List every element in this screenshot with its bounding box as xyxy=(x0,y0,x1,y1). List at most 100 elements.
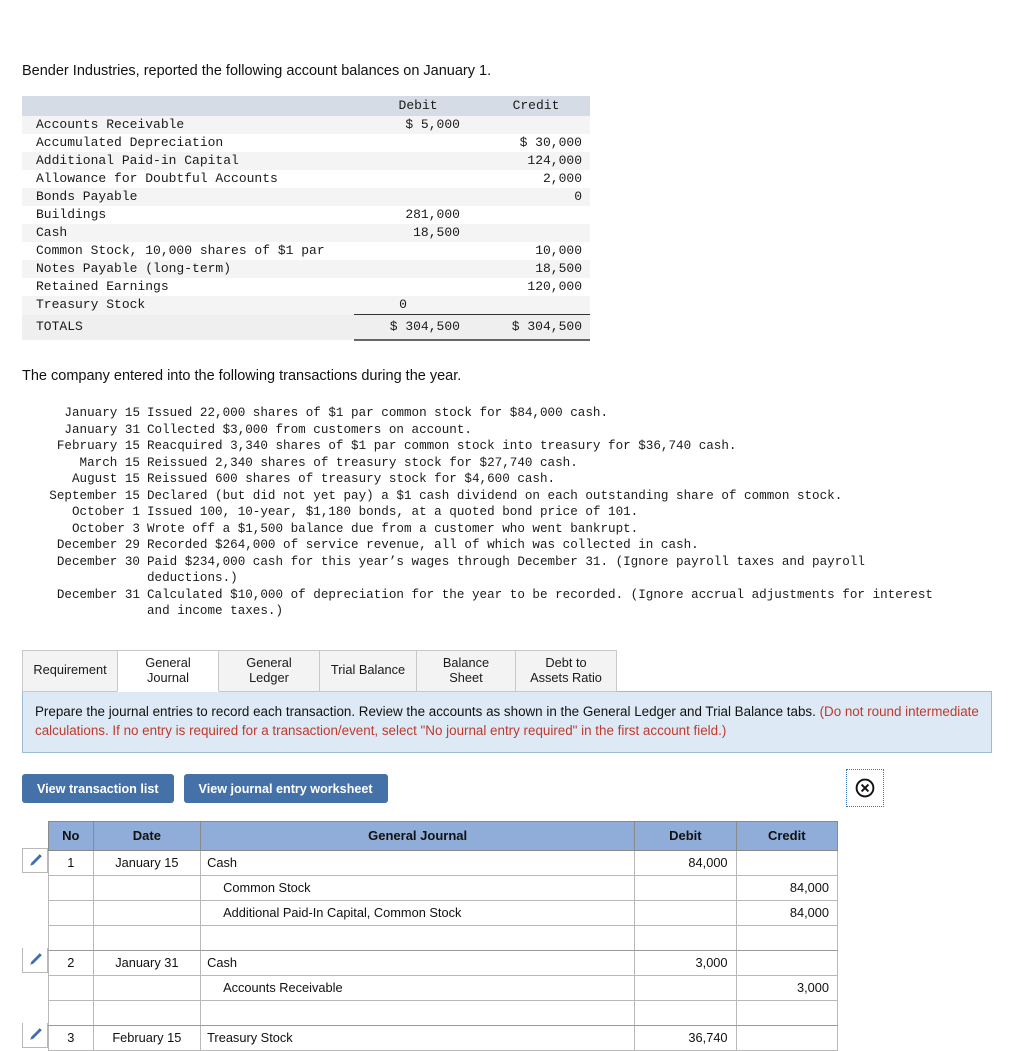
journal-row[interactable]: 2 January 31 Cash 3,000 xyxy=(48,949,839,976)
view-journal-entry-worksheet-button[interactable]: View journal entry worksheet xyxy=(183,774,388,804)
balance-debit-value xyxy=(354,278,482,296)
journal-cell-debit[interactable] xyxy=(634,999,737,1026)
close-button[interactable] xyxy=(846,768,884,807)
balance-account-name: Common Stock, 10,000 shares of $1 par xyxy=(36,243,325,259)
journal-header-no: No xyxy=(48,820,94,851)
balance-debit-value xyxy=(354,260,482,278)
transaction-description: Declared (but did not yet pay) a $1 cash… xyxy=(147,488,843,503)
intro-paragraph-2: The company entered into the following t… xyxy=(22,368,462,385)
journal-cell-debit[interactable] xyxy=(634,974,737,1001)
transaction-list: January 15 Issued 22,000 shares of $1 par… xyxy=(22,405,994,620)
balance-credit-value: 0 xyxy=(574,189,582,205)
journal-row[interactable]: 3 February 15 Treasury Stock 36,740 xyxy=(48,1024,839,1051)
journal-cell-date[interactable] xyxy=(92,874,202,901)
journal-cell-credit[interactable] xyxy=(735,924,839,951)
journal-cell-date[interactable]: January 15 xyxy=(92,849,202,876)
journal-cell-debit[interactable] xyxy=(634,924,737,951)
journal-cell-no[interactable] xyxy=(48,924,94,951)
journal-cell-no[interactable]: 2 xyxy=(48,949,94,976)
edit-row-button[interactable] xyxy=(22,947,48,973)
transaction-description: Reacquired 3,340 shares of $1 par common… xyxy=(147,439,737,454)
general-journal-table: No Date General Journal Debit Credit 1 Ja… xyxy=(48,820,839,1051)
balance-row: Treasury Stock 0 xyxy=(22,296,590,316)
transaction-date: February 15 xyxy=(56,439,140,454)
journal-cell-debit[interactable]: 84,000 xyxy=(634,849,737,876)
transaction-item: December 29 Recorded $264,000 of service … xyxy=(22,537,994,554)
journal-row[interactable] xyxy=(48,924,839,951)
balance-totals-credit: $ 304,500 xyxy=(481,314,590,342)
transaction-item: December 30 Paid $234,000 cash for this y… xyxy=(22,554,994,571)
balance-totals-label: TOTALS xyxy=(36,319,83,335)
journal-cell-account[interactable] xyxy=(200,924,636,951)
journal-row[interactable] xyxy=(48,999,839,1026)
tab-bar[interactable]: Requirement General Journal General Ledger… xyxy=(22,648,994,692)
journal-cell-credit[interactable] xyxy=(735,949,839,976)
tab-general-journal[interactable]: General Journal xyxy=(117,649,219,692)
journal-cell-account[interactable]: Cash xyxy=(200,949,636,976)
journal-cell-account[interactable]: Additional Paid-In Capital, Common Stock xyxy=(200,899,636,926)
balance-row: Cash 18,500 xyxy=(22,224,590,243)
journal-cell-debit[interactable] xyxy=(634,874,737,901)
journal-cell-account[interactable]: Treasury Stock xyxy=(200,1024,636,1051)
journal-cell-no[interactable] xyxy=(48,974,94,1001)
view-transaction-list-button[interactable]: View transaction list xyxy=(22,774,174,804)
journal-cell-credit[interactable] xyxy=(735,999,839,1026)
balance-row: Notes Payable (long-term) 18,500 xyxy=(22,260,590,279)
journal-cell-date[interactable] xyxy=(92,999,202,1026)
journal-cell-credit[interactable]: 84,000 xyxy=(735,899,839,926)
journal-row[interactable]: Additional Paid-In Capital, Common Stock… xyxy=(48,899,839,926)
journal-cell-date[interactable] xyxy=(92,899,202,926)
transaction-item: March 15 Reissued 2,340 shares of treasur… xyxy=(22,455,994,472)
balance-totals-row: TOTALS $ 304,500 $ 304,500 xyxy=(22,314,590,342)
journal-row[interactable]: Common Stock 84,000 xyxy=(48,874,839,901)
intro-paragraph-1: Bender Industries, reported the followin… xyxy=(22,63,492,79)
journal-cell-debit[interactable]: 3,000 xyxy=(634,949,737,976)
edit-row-placeholder xyxy=(22,998,48,1023)
transaction-description: Calculated $10,000 of depreciation for t… xyxy=(147,587,933,602)
journal-cell-account[interactable] xyxy=(200,999,636,1026)
balance-account-name: Cash xyxy=(36,225,68,241)
balance-debit-value: 18,500 xyxy=(413,225,460,241)
balance-account-name: Treasury Stock xyxy=(36,297,146,313)
edit-row-placeholder xyxy=(22,898,48,923)
balance-row: Additional Paid-in Capital 124,000 xyxy=(22,152,590,171)
journal-cell-date[interactable]: February 15 xyxy=(92,1024,202,1051)
tab-balance-sheet[interactable]: Balance Sheet xyxy=(416,649,516,692)
balance-row: Buildings 281,000 xyxy=(22,206,590,225)
tab-trial-balance[interactable]: Trial Balance xyxy=(319,649,417,692)
balance-debit-value xyxy=(354,152,482,170)
balance-credit-value: 2,000 xyxy=(542,171,582,187)
journal-cell-account[interactable]: Accounts Receivable xyxy=(200,974,636,1001)
journal-cell-no[interactable] xyxy=(48,999,94,1026)
journal-cell-date[interactable] xyxy=(92,974,202,1001)
journal-cell-account[interactable]: Cash xyxy=(200,849,636,876)
journal-cell-credit[interactable] xyxy=(735,849,839,876)
balance-header-row: Debit Credit xyxy=(22,96,590,117)
journal-cell-credit[interactable] xyxy=(735,1024,839,1051)
journal-cell-no[interactable]: 3 xyxy=(48,1024,94,1051)
balance-credit-value xyxy=(482,206,590,224)
journal-cell-credit[interactable]: 84,000 xyxy=(735,874,839,901)
tab-debt-to-assets-ratio[interactable]: Debt to Assets Ratio xyxy=(515,649,617,692)
journal-cell-date[interactable] xyxy=(92,924,202,951)
balance-debit-value xyxy=(354,188,482,206)
journal-cell-no[interactable] xyxy=(48,874,94,901)
general-journal-section: No Date General Journal Debit Credit 1 Ja… xyxy=(22,820,994,1051)
journal-cell-debit[interactable]: 36,740 xyxy=(634,1024,737,1051)
journal-row[interactable]: 1 January 15 Cash 84,000 xyxy=(48,849,839,876)
tab-general-ledger[interactable]: General Ledger xyxy=(218,649,320,692)
journal-cell-debit[interactable] xyxy=(634,899,737,926)
tab-requirement[interactable]: Requirement xyxy=(22,649,118,692)
transaction-description: Wrote off a $1,500 balance due from a cu… xyxy=(147,521,639,536)
edit-row-button[interactable] xyxy=(22,1022,48,1048)
journal-row[interactable]: Accounts Receivable 3,000 xyxy=(48,974,839,1001)
journal-cell-no[interactable] xyxy=(48,899,94,926)
journal-cell-account[interactable]: Common Stock xyxy=(200,874,636,901)
journal-cell-no[interactable]: 1 xyxy=(48,849,94,876)
journal-cell-credit[interactable]: 3,000 xyxy=(735,974,839,1001)
transaction-description-continued: and income taxes.) xyxy=(147,604,284,619)
journal-cell-date[interactable]: January 31 xyxy=(92,949,202,976)
pencil-icon xyxy=(28,952,43,967)
transaction-item: October 3 Wrote off a $1,500 balance due … xyxy=(22,521,994,538)
edit-row-button[interactable] xyxy=(22,847,48,873)
